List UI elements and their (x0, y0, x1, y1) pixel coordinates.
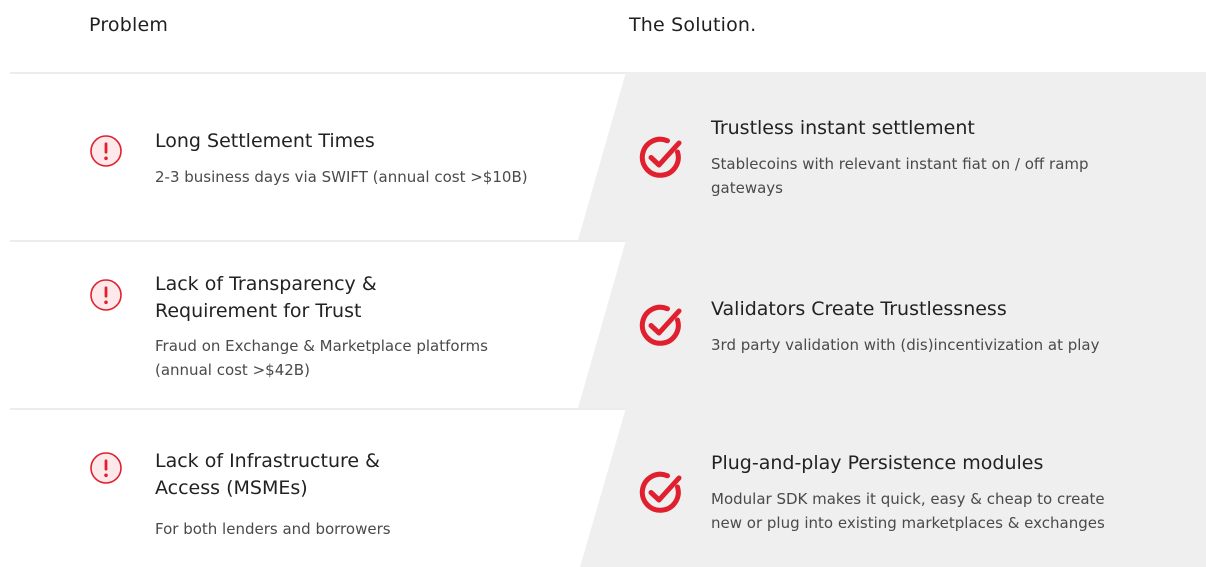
problem-title-line: Lack of Transparency & (155, 273, 377, 295)
solution-title: Trustless instant settlement (711, 117, 975, 139)
problem-title-line: Requirement for Trust (155, 300, 362, 322)
comparison-row: Long Settlement Times 2-3 business days … (10, 72, 1206, 240)
solution-title: Plug-and-play Persistence modules (711, 452, 1044, 474)
exclamation-icon (90, 452, 122, 484)
solution-description-line: Stablecoins with relevant instant fiat o… (711, 155, 1089, 173)
comparison-row: Lack of Infrastructure & Access (MSMEs) … (10, 408, 1206, 567)
solution-description-line: new or plug into existing marketplaces &… (711, 514, 1105, 532)
problem-title: Lack of Transparency & Requirement for T… (155, 271, 585, 325)
problem-description: 2-3 business days via SWIFT (annual cost… (155, 165, 575, 189)
exclamation-icon (90, 279, 122, 311)
solution-description-line: 3rd party validation with (dis)incentivi… (711, 336, 1100, 354)
exclamation-icon (90, 135, 122, 167)
problem-description-line: (annual cost >$42B) (155, 361, 310, 379)
problem-title-line: Long Settlement Times (155, 130, 375, 152)
problem-description: Fraud on Exchange & Marketplace platform… (155, 334, 575, 382)
check-circle-icon (639, 136, 682, 178)
problem-description-line: 2-3 business days via SWIFT (annual cost… (155, 168, 528, 186)
solution-description-line: gateways (711, 179, 783, 197)
solution-title: Validators Create Trustlessness (711, 298, 1007, 320)
problem-heading: Problem (89, 14, 169, 36)
problem-title-line: Lack of Infrastructure & (155, 450, 380, 472)
solution-heading: The Solution. (629, 14, 757, 36)
problem-description: For both lenders and borrowers (155, 517, 575, 541)
comparison-row: Lack of Transparency & Requirement for T… (10, 240, 1206, 408)
solution-description: 3rd party validation with (dis)incentivi… (711, 333, 1181, 357)
solution-description: Modular SDK makes it quick, easy & cheap… (711, 487, 1181, 535)
check-circle-icon (639, 471, 682, 513)
solution-description-line: Modular SDK makes it quick, easy & cheap… (711, 490, 1105, 508)
check-circle-icon (639, 304, 682, 346)
problem-description-line: Fraud on Exchange & Marketplace platform… (155, 337, 488, 355)
problem-description-line: For both lenders and borrowers (155, 520, 391, 538)
solution-description: Stablecoins with relevant instant fiat o… (711, 152, 1181, 200)
problem-title: Long Settlement Times (155, 128, 585, 155)
problem-title-line: Access (MSMEs) (155, 477, 308, 499)
problem-title: Lack of Infrastructure & Access (MSMEs) (155, 448, 585, 502)
